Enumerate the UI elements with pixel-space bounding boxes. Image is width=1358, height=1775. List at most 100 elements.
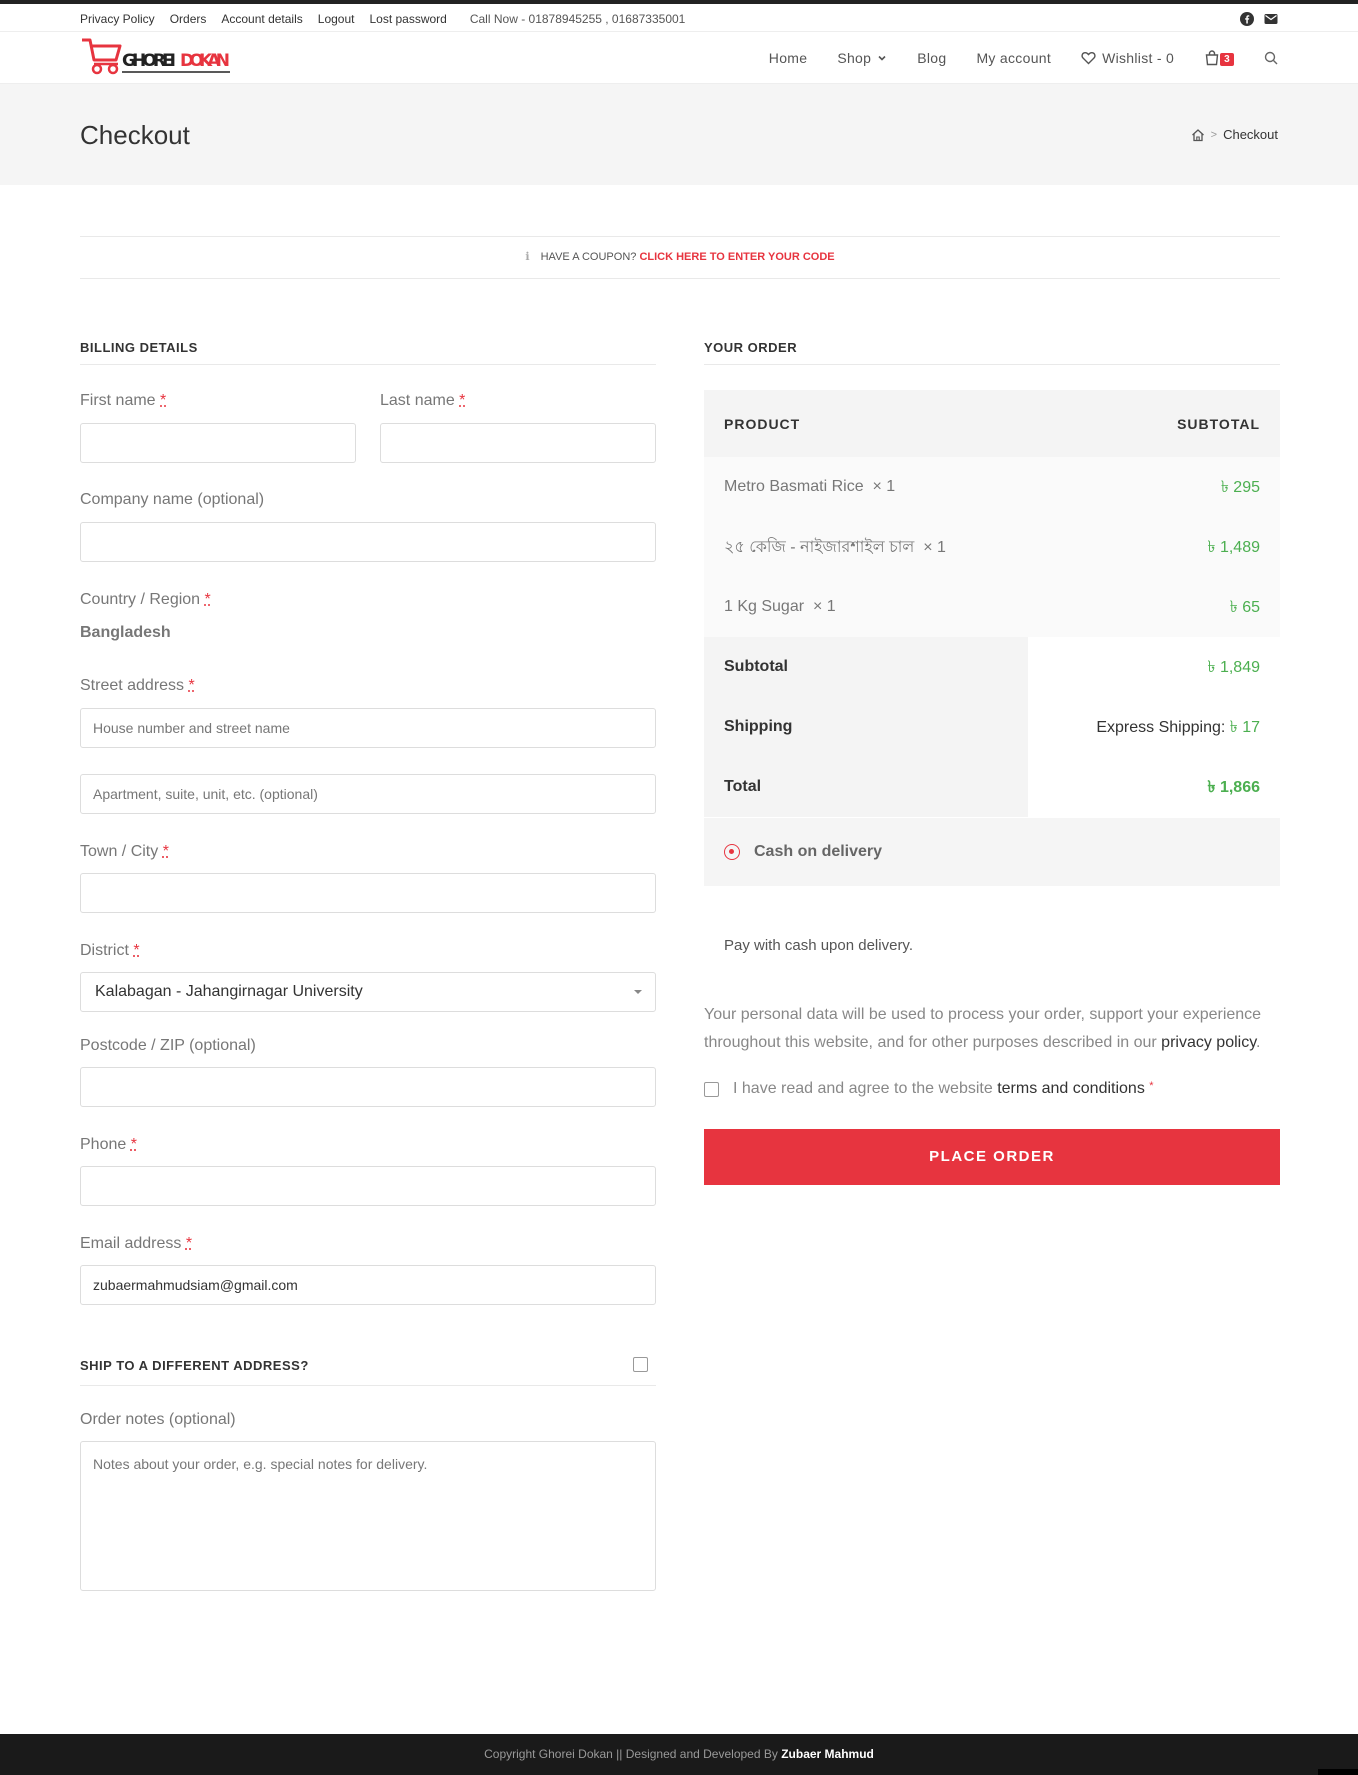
city-field[interactable] <box>80 873 656 913</box>
phone-label: Phone * <box>80 1136 137 1154</box>
first-name-label-text: First name <box>80 392 156 409</box>
payment-method-label: Cash on delivery <box>754 843 883 860</box>
ship-different-checkbox[interactable] <box>633 1357 648 1372</box>
product-price: ৳ 295 <box>1220 478 1260 496</box>
info-icon: ℹ <box>525 251 530 263</box>
ship-different-row: SHIP TO A DIFFERENT ADDRESS? <box>80 1357 656 1386</box>
apartment-field[interactable]: Apartment, suite, unit, etc. (optional) <box>80 774 656 814</box>
search-icon <box>1264 51 1278 65</box>
order-section: YOUR ORDER PRODUCT SUBTOTAL Metro Basmat… <box>704 340 1280 1200</box>
required-mark: * <box>133 942 140 959</box>
required-mark: * <box>185 1235 193 1252</box>
privacy-notice: Your personal data will be used to proce… <box>704 1001 1280 1057</box>
order-table: PRODUCT SUBTOTAL Metro Basmati Rice × 1 … <box>704 390 1280 817</box>
order-title: YOUR ORDER <box>704 340 1280 365</box>
street-address-field[interactable]: House number and street name <box>80 708 656 748</box>
terms-text: I have read and agree to the website ter… <box>733 1080 1154 1098</box>
payment-description: Pay with cash upon delivery. <box>724 937 913 954</box>
main-nav: Home Shop Blog My account Wishlist - 0 3 <box>739 32 1278 84</box>
account-details-link[interactable]: Account details <box>221 12 302 26</box>
page-title: Checkout <box>80 120 190 150</box>
last-name-label: Last name * <box>380 392 465 410</box>
city-label: Town / City * <box>80 843 169 861</box>
first-name-field[interactable] <box>80 423 356 463</box>
billing-section: BILLING DETAILS First name * Last name *… <box>80 340 656 1591</box>
order-notes-field[interactable]: Notes about your order, e.g. special not… <box>80 1441 656 1591</box>
total-row: Total ৳ 1,866 <box>704 757 1280 817</box>
payment-method-cod[interactable]: Cash on delivery <box>704 818 1280 886</box>
nav-my-account[interactable]: My account <box>976 50 1051 66</box>
breadcrumb-separator: > <box>1210 128 1218 141</box>
table-row: 1 Kg Sugar × 1 ৳ 65 <box>704 577 1280 637</box>
call-now-text: Call Now - 01878945255 , 01687335001 <box>469 12 686 26</box>
product-qty: × 1 <box>872 478 896 495</box>
ship-different-title: SHIP TO A DIFFERENT ADDRESS? <box>80 1358 309 1373</box>
required-mark: * <box>162 843 169 860</box>
orders-link[interactable]: Orders <box>170 12 207 26</box>
svg-text:DOKAN: DOKAN <box>180 51 230 71</box>
logout-link[interactable]: Logout <box>318 12 355 26</box>
place-order-button[interactable]: PLACE ORDER <box>704 1129 1280 1185</box>
required-mark: * <box>204 591 211 608</box>
nav-account-label: My account <box>976 50 1052 66</box>
district-label: District * <box>80 942 140 960</box>
company-label: Company name (optional) <box>80 491 265 508</box>
shipping-method: Express Shipping: <box>1096 718 1226 736</box>
product-title: ২৫ কেজি - নাইজারশাইল চাল <box>724 538 915 556</box>
order-table-header: PRODUCT SUBTOTAL <box>704 390 1280 457</box>
last-name-field[interactable] <box>380 423 656 463</box>
table-row: ২৫ কেজি - নাইজারশাইল চাল × 1 ৳ 1,489 <box>704 517 1280 577</box>
nav-shop[interactable]: Shop <box>837 50 887 66</box>
email-label: Email address * <box>80 1235 192 1253</box>
company-field[interactable] <box>80 522 656 562</box>
required-mark: * <box>188 677 195 694</box>
privacy-policy-link[interactable]: Privacy Policy <box>80 12 155 26</box>
total-value: ৳ 1,866 <box>1207 778 1260 796</box>
lost-password-link[interactable]: Lost password <box>369 12 446 26</box>
coupon-question: Have a coupon? <box>540 251 637 263</box>
nav-cart[interactable]: 3 <box>1204 50 1234 66</box>
terms-row: I have read and agree to the website ter… <box>704 1080 1154 1098</box>
coupon-notice: ℹ Have a coupon? Click here to enter you… <box>80 236 1280 279</box>
breadcrumb-current: Checkout <box>1223 127 1278 142</box>
privacy-policy-link[interactable]: privacy policy <box>1161 1034 1256 1051</box>
subtotal-label: Subtotal <box>724 658 788 675</box>
footer-corner <box>1318 1769 1358 1775</box>
postcode-label: Postcode / ZIP (optional) <box>80 1037 256 1054</box>
top-bar: Privacy Policy Orders Account details Lo… <box>0 4 1358 32</box>
nav-wishlist[interactable]: Wishlist - 0 <box>1081 50 1174 66</box>
subtotal-column-header: SUBTOTAL <box>1177 415 1260 432</box>
street-label: Street address * <box>80 677 195 695</box>
postcode-field[interactable] <box>80 1067 656 1107</box>
required-mark: * <box>160 392 167 409</box>
payment-radio[interactable] <box>724 844 740 860</box>
terms-link[interactable]: terms and conditions <box>997 1080 1145 1097</box>
last-name-label-text: Last name <box>380 392 455 409</box>
nav-home[interactable]: Home <box>769 50 808 66</box>
cart-count-badge: 3 <box>1220 52 1234 66</box>
facebook-icon[interactable] <box>1240 12 1254 26</box>
home-icon[interactable] <box>1191 128 1205 142</box>
district-select[interactable]: Kalabagan - Jahangirnagar University <box>80 972 656 1012</box>
terms-checkbox[interactable] <box>704 1081 719 1097</box>
nav-blog[interactable]: Blog <box>917 50 946 66</box>
email-field[interactable]: zubaermahmudsiam@gmail.com <box>80 1265 656 1305</box>
site-logo[interactable]: GHOREI DOKAN <box>80 36 232 80</box>
coupon-link[interactable]: Click here to enter your code <box>639 251 834 263</box>
product-price: ৳ 1,489 <box>1207 538 1260 556</box>
chevron-down-icon <box>878 55 886 61</box>
country-label-text: Country / Region <box>80 591 201 608</box>
envelope-icon[interactable] <box>1264 12 1278 26</box>
caret-down-icon <box>634 990 642 994</box>
product-name: Metro Basmati Rice × 1 <box>724 478 895 496</box>
phone-field[interactable] <box>80 1166 656 1206</box>
nav-home-label: Home <box>768 50 808 66</box>
total-label: Total <box>724 778 762 795</box>
search-button[interactable] <box>1264 51 1278 65</box>
shopping-bag-icon <box>1205 50 1219 66</box>
footer-author: Zubaer Mahmud <box>781 1747 874 1761</box>
nav-shop-label: Shop <box>837 50 872 66</box>
heart-icon <box>1081 51 1096 65</box>
product-column-header: PRODUCT <box>724 415 801 432</box>
site-header: GHOREI DOKAN Home Shop Blog My account W… <box>0 32 1358 84</box>
